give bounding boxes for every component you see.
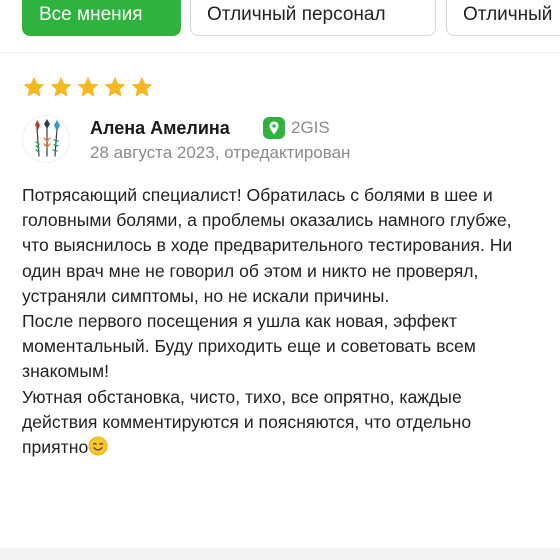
filter-chips: Все мнения Отличный персонал Отличный <box>0 0 560 40</box>
star-icon <box>131 76 153 97</box>
star-icon <box>104 76 126 97</box>
filter-excellent[interactable]: Отличный <box>446 0 560 36</box>
divider <box>0 52 560 53</box>
star-icon <box>50 76 72 97</box>
avatar[interactable] <box>22 115 70 163</box>
bottom-strip <box>0 548 560 560</box>
review-body: Потрясающий специалист! Обратилась с бол… <box>22 185 513 458</box>
source-label: 2GIS <box>291 118 330 137</box>
rating-stars <box>22 75 154 105</box>
review-date: 28 августа 2023, отредактирован <box>90 143 351 162</box>
author-name[interactable]: Алена Амелина <box>90 116 230 140</box>
smiling-face-emoji-icon <box>88 436 108 456</box>
feathers-avatar-icon <box>35 119 60 157</box>
star-icon <box>23 76 45 97</box>
filter-all-reviews[interactable]: Все мнения <box>22 0 181 36</box>
star-icon <box>77 76 99 97</box>
2gis-icon <box>263 117 285 139</box>
review-text: Потрясающий специалист! Обратилась с бол… <box>22 183 542 460</box>
filter-excellent-staff[interactable]: Отличный персонал <box>190 0 436 36</box>
review-source: 2GIS <box>262 116 330 140</box>
